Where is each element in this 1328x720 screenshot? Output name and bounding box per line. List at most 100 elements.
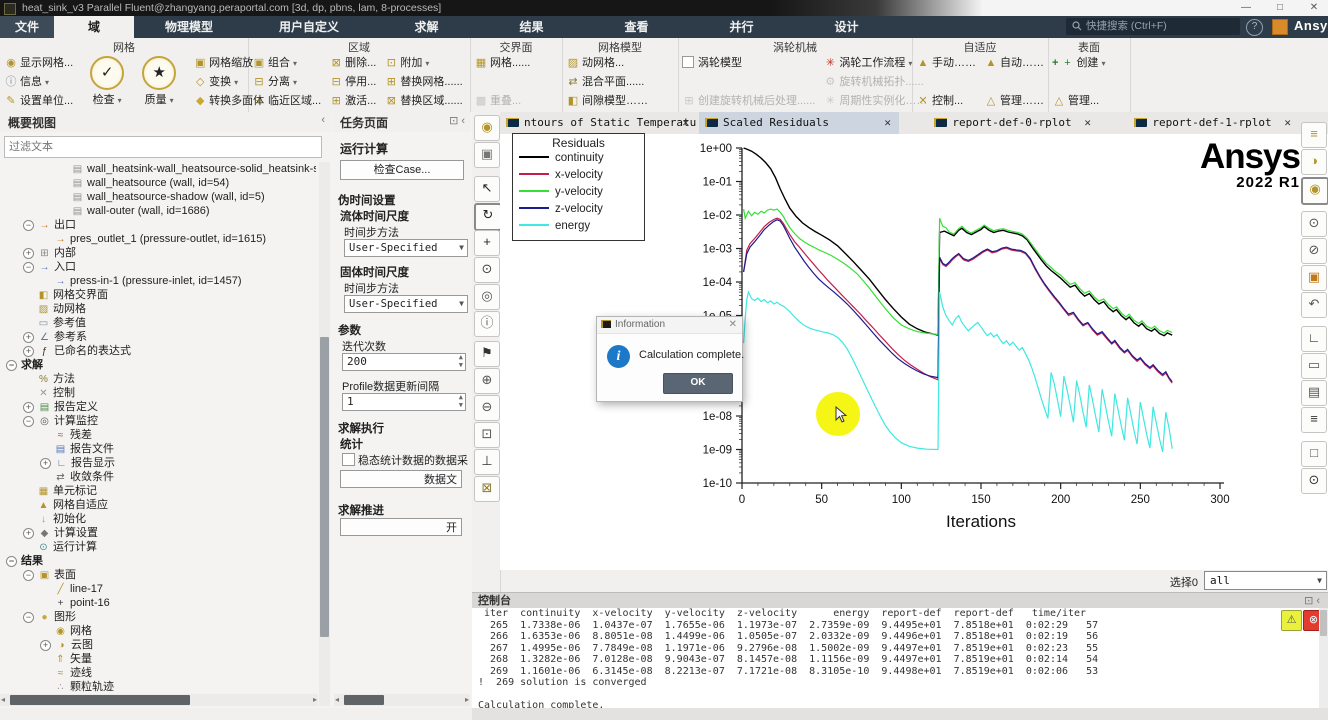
menu-tab-5[interactable]: 求解: [374, 16, 479, 38]
管理-button[interactable]: △ 管理...: [1052, 92, 1105, 110]
附加-button[interactable]: ⊡ 附加 ▾: [384, 54, 462, 72]
tree-item[interactable]: − 求解: [2, 358, 316, 372]
close-icon[interactable]: ✕: [1084, 112, 1091, 134]
tree-item[interactable]: + ∠ 参考系: [2, 330, 316, 344]
restore-button[interactable]: □: [1266, 1, 1294, 15]
axes-plot-icon[interactable]: ∟: [1301, 326, 1327, 352]
new-window-icon[interactable]: □: [1301, 441, 1327, 467]
outline-collapse-icon[interactable]: ‹: [321, 114, 325, 126]
tree-item[interactable]: ≈ 残差: [2, 428, 316, 442]
混合平面-button[interactable]: ⇄ 混合平面......: [566, 73, 648, 91]
clip-plane-icon[interactable]: ◑: [1301, 149, 1327, 175]
tree-item[interactable]: ▤ 报告文件: [2, 442, 316, 456]
lock-view-icon[interactable]: ⊠: [474, 476, 500, 502]
tree-item[interactable]: ╱ line-17: [2, 582, 316, 596]
triad-icon[interactable]: ⊥: [474, 449, 500, 475]
task-page-header-icons[interactable]: ⊡ ‹: [449, 114, 465, 127]
check-case-button[interactable]: 检查Case...: [340, 160, 464, 180]
临近区域-button[interactable]: + 临近区域...: [252, 92, 321, 110]
删除-button[interactable]: ⊠ 删除...: [329, 54, 377, 72]
设置单位-button[interactable]: ✎ 设置单位...: [4, 92, 73, 110]
tree-item[interactable]: ▤ wall-outer (wall, id=1686): [2, 204, 316, 218]
expand-icon[interactable]: +: [23, 346, 34, 357]
tree-item[interactable]: ▲ 网格自适应: [2, 498, 316, 512]
创建-button[interactable]: + + 创建 ▾: [1052, 54, 1105, 72]
collapse-icon[interactable]: −: [23, 612, 34, 623]
close-icon[interactable]: ✕: [682, 112, 689, 134]
pointer-icon[interactable]: ↖: [474, 176, 500, 202]
menu-tab-9[interactable]: 设计: [794, 16, 899, 38]
fluid-time-step-select[interactable]: User-Specified ▼: [344, 239, 468, 257]
start-calculation-button[interactable]: 开: [340, 518, 462, 536]
手动-button[interactable]: ▲ 手动……: [916, 54, 976, 72]
zoom-drag-icon[interactable]: ⊙: [474, 257, 500, 283]
tree-item[interactable]: ✕ 控制: [2, 386, 316, 400]
expand-icon[interactable]: +: [40, 458, 51, 469]
expand-icon[interactable]: +: [23, 528, 34, 539]
quick-search-input[interactable]: 快捷搜索 (Ctrl+F): [1066, 18, 1240, 35]
filter-text-input[interactable]: [4, 136, 322, 158]
graphics-tab-1[interactable]: ntours of Static Temperature [✕: [500, 112, 697, 134]
collapse-icon[interactable]: −: [23, 570, 34, 581]
task-hscrollbar[interactable]: ◂ ▸: [334, 694, 470, 706]
data-file-button[interactable]: 数据文: [340, 470, 462, 488]
menu-tab-4[interactable]: 用户自定义: [244, 16, 374, 38]
console-warning-button[interactable]: ⚠: [1281, 610, 1302, 631]
zoom-in-icon[interactable]: ⊕: [474, 368, 500, 394]
tree-item[interactable]: ⊙ 运行计算: [2, 540, 316, 554]
tree-item[interactable]: + ∟ 报告显示: [2, 456, 316, 470]
solid-time-step-select[interactable]: User-Specified ▼: [344, 295, 468, 313]
task-hscroll-thumb[interactable]: [344, 695, 384, 705]
console-vscrollbar[interactable]: [1319, 608, 1328, 708]
tree-item[interactable]: − ◎ 计算监控: [2, 414, 316, 428]
menu-tab-8[interactable]: 并行: [689, 16, 794, 38]
collapse-icon[interactable]: −: [23, 262, 34, 273]
管理-button[interactable]: △ 管理……: [984, 92, 1044, 110]
动网格-button[interactable]: ▨ 动网格...: [566, 54, 648, 72]
minimize-button[interactable]: —: [1232, 1, 1260, 15]
tree-item[interactable]: → press-in-1 (pressure-inlet, id=1457): [2, 274, 316, 288]
outline-hscrollbar[interactable]: ◂ ▸: [0, 694, 318, 706]
zoom-fit-icon[interactable]: ⊡: [474, 422, 500, 448]
graphics-tab-3[interactable]: report-def-0-rplot ✕: [901, 112, 1099, 134]
激活-button[interactable]: ⊞ 激活...: [329, 92, 377, 110]
dialog-close-icon[interactable]: ✕: [729, 317, 737, 333]
outline-vscroll-thumb[interactable]: [320, 337, 329, 637]
tree-item[interactable]: ◧ 网格交界面: [2, 288, 316, 302]
check-button[interactable]: ✓ 检查 ▾: [81, 54, 133, 107]
menu-tab-2[interactable]: 域: [54, 16, 134, 38]
替换网格-button[interactable]: ⊞ 替换网格......: [384, 73, 463, 91]
tree-item[interactable]: − ● 图形: [2, 610, 316, 624]
expand-icon[interactable]: +: [23, 248, 34, 259]
tree-item[interactable]: ▭ 参考值: [2, 316, 316, 330]
close-icon[interactable]: ✕: [884, 112, 891, 134]
ruler-icon[interactable]: ▭: [1301, 353, 1327, 379]
tree-item[interactable]: % 方法: [2, 372, 316, 386]
tree-item[interactable]: + ▤ 报告定义: [2, 400, 316, 414]
quality-button[interactable]: ★ 质量 ▾: [133, 54, 185, 107]
console-output[interactable]: iter continuity x-velocity y-velocity z-…: [472, 608, 1328, 708]
tree-item[interactable]: + ◑ 云图: [2, 638, 316, 652]
zoom-out-icon[interactable]: ⊖: [474, 395, 500, 421]
分离-button[interactable]: ⊟ 分离 ▾: [252, 73, 321, 91]
notebook-icon[interactable]: [1272, 19, 1288, 35]
surfaces-select[interactable]: all ▼: [1204, 571, 1327, 590]
信息-button[interactable]: ⓘ 信息 ▾: [4, 73, 73, 91]
组合-button[interactable]: ▣ 组合 ▾: [252, 54, 321, 72]
expand-icon[interactable]: +: [23, 402, 34, 413]
view-cube-icon[interactable]: ▣: [474, 142, 500, 168]
expand-icon[interactable]: +: [23, 332, 34, 343]
collapse-icon[interactable]: −: [6, 556, 17, 567]
控制-button[interactable]: ✕ 控制...: [916, 92, 976, 110]
pan-icon[interactable]: +: [474, 230, 500, 256]
copy-screenshot-icon[interactable]: ▣: [1301, 265, 1327, 291]
tree-item[interactable]: ▤ wall_heatsource-shadow (wall, id=5): [2, 190, 316, 204]
mesh-sphere-icon[interactable]: ◉: [1301, 177, 1328, 205]
profile-interval-stepper[interactable]: 1 ▲ ▼: [342, 393, 466, 411]
help-icon[interactable]: ?: [1246, 19, 1263, 36]
tree-item[interactable]: ≈ 迹线: [2, 666, 316, 680]
report-list-icon[interactable]: ≡: [1301, 407, 1327, 433]
layers-icon[interactable]: ≡: [1301, 122, 1327, 148]
tree-item[interactable]: − ▣ 表面: [2, 568, 316, 582]
tree-item[interactable]: + ◆ 计算设置: [2, 526, 316, 540]
